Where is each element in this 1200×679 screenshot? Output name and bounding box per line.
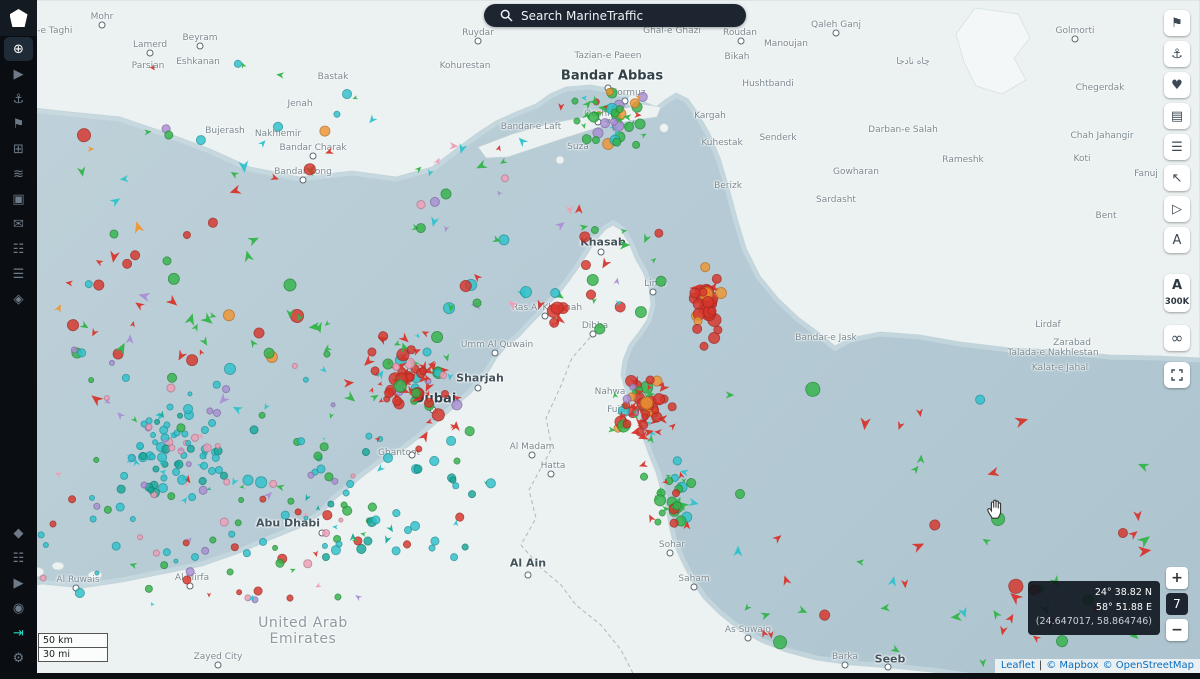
coordinate-lat: 24° 38.82 N xyxy=(1036,586,1152,601)
marinetraffic-app: MohrNakhl-e TaghiLamerdBeyramParsianEshk… xyxy=(0,0,1200,679)
labels-button[interactable]: A xyxy=(1164,227,1190,253)
coastal-island xyxy=(52,562,64,570)
fullscreen-icon xyxy=(1171,369,1183,381)
measure-button[interactable]: ↖ xyxy=(1164,165,1190,191)
marinetraffic-logo-icon xyxy=(10,9,28,27)
osm-link[interactable]: © OpenStreetMap xyxy=(1103,660,1194,671)
ais-coverage-icon[interactable]: ≋ xyxy=(4,162,33,186)
filters-button[interactable]: ☰ xyxy=(1164,134,1190,160)
hormuz-island xyxy=(627,95,639,107)
datasets-icon[interactable]: ☷ xyxy=(4,546,33,570)
screen-bezel xyxy=(0,673,1200,679)
hengam-island xyxy=(556,156,564,164)
voyage-planner-icon[interactable]: ⚑ xyxy=(4,112,33,136)
right-toolbar: ⚑ ⚓ ♥ ▤ ☰ ↖ ▷ A A 300K ∞ xyxy=(1164,10,1190,388)
playback-button[interactable]: ▷ xyxy=(1164,196,1190,222)
notifications-icon[interactable]: ◉ xyxy=(4,596,33,620)
login-icon[interactable]: ⇥ xyxy=(4,621,33,645)
map-canvas[interactable] xyxy=(0,0,1200,679)
zoom-out-button[interactable]: − xyxy=(1166,619,1188,641)
sidebar-bottom-group: ◆☷▶◉⇥⚙ xyxy=(4,520,33,671)
sidebar-top-group: ⊕▶⚓⚑⊞≋▣✉☷☰◈ xyxy=(4,36,33,312)
search-bar[interactable]: Search MarineTraffic xyxy=(484,4,746,27)
favorites-button[interactable]: ♥ xyxy=(1164,72,1190,98)
dashboard-icon[interactable]: ⊞ xyxy=(4,137,33,161)
vessels-icon[interactable]: ▶ xyxy=(4,62,33,86)
reports-icon[interactable]: ☰ xyxy=(4,262,33,286)
coordinates-box: 24° 38.82 N 58° 51.88 E (24.647017, 58.8… xyxy=(1028,581,1160,635)
larak-island xyxy=(660,124,669,133)
zoom-controls: + 7 − xyxy=(1166,567,1188,641)
coordinate-lon: 58° 51.88 E xyxy=(1036,601,1152,616)
vessel-labels-box[interactable]: A 300K xyxy=(1164,274,1190,312)
map-scale: 50 km 30 mi xyxy=(38,633,108,662)
tags-icon[interactable]: ◆ xyxy=(4,521,33,545)
scale-mi: 30 mi xyxy=(38,647,108,662)
vessel-count-badge[interactable]: 300K xyxy=(1165,297,1189,307)
left-sidebar: ⊕▶⚓⚑⊞≋▣✉☷☰◈ ◆☷▶◉⇥⚙ xyxy=(0,0,37,679)
search-placeholder: Search MarineTraffic xyxy=(521,9,643,23)
settings-icon[interactable]: ⚙ xyxy=(4,646,33,670)
data-services-icon[interactable]: ☷ xyxy=(4,237,33,261)
mapbox-link[interactable]: © Mapbox xyxy=(1046,660,1098,671)
map-attribution: Leaflet | © Mapbox © OpenStreetMap xyxy=(995,659,1200,673)
search-icon xyxy=(500,9,513,22)
leaflet-link[interactable]: Leaflet xyxy=(1001,660,1035,671)
bookmarks-button[interactable]: ⚑ xyxy=(1164,10,1190,36)
insights-icon[interactable]: ◈ xyxy=(4,287,33,311)
fullscreen-button[interactable] xyxy=(1164,362,1190,388)
coastal-island xyxy=(88,571,102,579)
news-icon[interactable]: ✉ xyxy=(4,212,33,236)
attribution-separator: | xyxy=(1039,660,1042,671)
layers-button[interactable]: ▤ xyxy=(1164,103,1190,129)
zoom-in-button[interactable]: + xyxy=(1166,567,1188,589)
labels-toggle[interactable]: A xyxy=(1172,278,1182,294)
scale-km: 50 km xyxy=(38,633,108,647)
live-map-icon[interactable]: ⊕ xyxy=(4,37,33,61)
my-ships-button[interactable]: ⚓ xyxy=(1164,41,1190,67)
route-forecast-button[interactable]: ∞ xyxy=(1164,325,1190,351)
coordinate-decimal: (24.647017, 58.864746) xyxy=(1036,615,1152,630)
ports-icon[interactable]: ⚓ xyxy=(4,87,33,111)
photos-icon[interactable]: ▣ xyxy=(4,187,33,211)
zoom-level-badge: 7 xyxy=(1166,593,1188,615)
my-fleet-icon[interactable]: ▶ xyxy=(4,571,33,595)
marinetraffic-logo[interactable] xyxy=(0,0,37,36)
